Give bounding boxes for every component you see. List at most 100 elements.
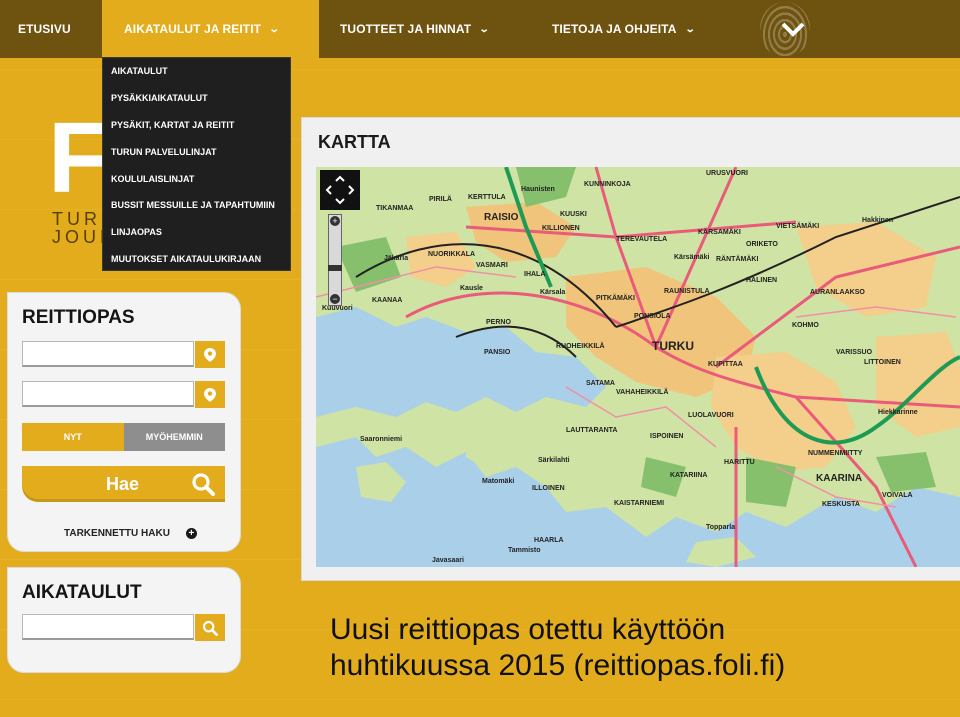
map-label-place: Javasaari xyxy=(432,557,464,564)
nav-etusivu[interactable]: ETUSIVU xyxy=(18,0,71,58)
map-label-place: Saaronniemi xyxy=(360,436,403,443)
aikataulut-title: AIKATAULUT xyxy=(22,582,142,603)
map-label-place: Kärsala xyxy=(540,289,566,296)
caption-line-1: Uusi reittiopas otettu käyttöön xyxy=(330,613,726,646)
aikataulut-dropdown-menu: AIKATAULUT PYSÄKKIAIKATAULUT PYSÄKIT, KA… xyxy=(102,57,291,271)
toggle-now[interactable]: NYT xyxy=(22,423,124,451)
map-label-place: LUOLAVUORI xyxy=(688,412,734,419)
map-label-place: TEREVAUTELA xyxy=(616,236,668,243)
map-label-place: RUOHEIKKILÄ xyxy=(556,343,605,350)
reittiopas-panel: REITTIOPAS NYT MYÖHEMMIN Hae TARKENNETTU… xyxy=(8,293,240,551)
map-card: KARTTA TURKU KAARINA RAISIO KERTTULA Hau… xyxy=(302,118,960,580)
route-map[interactable]: TURKU KAARINA RAISIO KERTTULA Haunisten … xyxy=(316,167,960,567)
nav-tuotteet-ja-hinnat[interactable]: TUOTTEET JA HINNAT ⌄ xyxy=(340,0,490,58)
map-label-place: VARISSUO xyxy=(836,349,873,356)
to-input[interactable] xyxy=(22,381,194,407)
route-search-button[interactable]: Hae xyxy=(22,466,225,502)
menu-item-muutokset[interactable]: MUUTOKSET AIKATAULUKIRJAAN xyxy=(103,246,290,273)
nav-tietoja-label: TIETOJA JA OHJEITA xyxy=(552,22,677,36)
foli-logo: Fö xyxy=(48,108,104,206)
map-label-place: NUORIKKALA xyxy=(428,251,476,258)
map-label-place: Hiekkarinne xyxy=(878,409,918,416)
map-label-place: Jäkärla xyxy=(384,255,409,262)
map-label-place: AURANLAAKSO xyxy=(810,289,865,296)
map-label-place: NUMMENMIITTY xyxy=(808,450,863,457)
chevron-down-icon xyxy=(781,22,805,37)
from-location-button[interactable] xyxy=(195,341,225,368)
map-label-place: Kausle xyxy=(460,285,483,292)
nav-etusivu-label: ETUSIVU xyxy=(18,22,71,36)
map-label-place: Haunisten xyxy=(521,186,555,193)
map-label-place: Tammisto xyxy=(508,547,541,554)
map-label-place: Särkilahti xyxy=(538,457,570,464)
map-label-place: VAHAHEIKKILÄ xyxy=(616,389,669,396)
menu-item-linjaopas[interactable]: LINJAOPAS xyxy=(103,219,290,246)
map-zoom-slider[interactable]: + − xyxy=(328,214,342,306)
menu-item-aikataulut[interactable]: AIKATAULUT xyxy=(103,58,290,85)
to-location-button[interactable] xyxy=(195,381,225,408)
map-label-place: KUPITTAA xyxy=(708,361,743,368)
from-input[interactable] xyxy=(22,341,194,367)
map-label-place: Kuuvuori xyxy=(322,305,353,312)
map-label-place: TIKANMAA xyxy=(376,205,414,212)
timetable-search-button[interactable] xyxy=(195,614,225,641)
map-label-place: KAANAA xyxy=(372,297,403,304)
chevron-down-icon: ⌄ xyxy=(478,23,490,35)
map-label-place: Topparla xyxy=(706,524,736,531)
map-label-place: PERNO xyxy=(486,319,511,326)
menu-item-palvelulinjat[interactable]: TURUN PALVELULINJAT xyxy=(103,138,290,165)
zoom-out-icon[interactable]: − xyxy=(330,294,340,304)
map-label-place: LAUTTARANTA xyxy=(566,427,618,434)
zoom-handle[interactable] xyxy=(328,265,342,271)
map-label-place: ISPOINEN xyxy=(650,433,684,440)
map-label-place: KUNNINKOJA xyxy=(584,181,631,188)
map-label-place: KUUSKI xyxy=(560,211,587,218)
map-label-place: VIETSÄMÄKI xyxy=(776,223,820,230)
map-pan-control[interactable] xyxy=(320,170,360,210)
map-label-place: KAISTARNIEMI xyxy=(614,500,665,507)
more-menu-button[interactable] xyxy=(772,0,814,58)
nav-aikataulut-ja-reitit[interactable]: AIKATAULUT JA REITIT ⌄ xyxy=(102,0,319,58)
map-label-place: SATAMA xyxy=(586,380,615,387)
menu-item-pysakit-kartat-reitit[interactable]: PYSÄKIT, KARTAT JA REITIT xyxy=(103,112,290,139)
slide-caption: Uusi reittiopas otettu käyttöön huhtikuu… xyxy=(330,612,950,684)
reittiopas-title: REITTIOPAS xyxy=(22,307,135,328)
toggle-later[interactable]: MYÖHEMMIN xyxy=(123,423,225,451)
nav-tietoja-ja-ohjeita[interactable]: TIETOJA JA OHJEITA ⌄ xyxy=(552,0,696,58)
map-label-place: RAUNISTULA xyxy=(664,288,710,295)
map-label-place: RÄNTÄMÄKI xyxy=(716,256,759,263)
nav-tuotteet-label: TUOTTEET JA HINNAT xyxy=(340,22,472,36)
pan-arrows-icon xyxy=(325,175,355,205)
map-label-place: HALINEN xyxy=(746,277,778,284)
map-label-place: HARITTU xyxy=(724,459,755,466)
logo-subtitle: TURU JOUKK xyxy=(52,210,104,246)
map-label-place: Kärsämäki xyxy=(674,254,710,261)
map-label-place: KILLIONEN xyxy=(542,225,580,232)
chevron-down-icon: ⌄ xyxy=(684,23,696,35)
search-icon xyxy=(192,473,215,496)
map-title: KARTTA xyxy=(318,132,391,152)
menu-item-bussit-messuille[interactable]: BUSSIT MESSUILLE JA TAPAHTUMIIN xyxy=(103,192,290,219)
search-icon xyxy=(202,620,218,636)
map-label-place: KESKUSTA xyxy=(822,501,860,508)
menu-item-koululaislinjat[interactable]: KOULULAISLINJAT xyxy=(103,165,290,192)
map-label-turku: TURKU xyxy=(652,339,694,353)
advanced-search-label: TARKENNETTU HAKU xyxy=(64,528,170,539)
zoom-in-icon[interactable]: + xyxy=(330,216,340,226)
location-pin-icon xyxy=(204,387,216,402)
map-label-place: Hakkinen xyxy=(862,217,894,224)
advanced-search-link[interactable]: TARKENNETTU HAKU + xyxy=(64,528,197,539)
logo-subtitle-line1: TURU xyxy=(52,210,104,229)
route-search-label: Hae xyxy=(106,473,140,494)
map-label-place: KOHMO xyxy=(792,322,819,329)
logo-subtitle-line2: JOUKK xyxy=(52,227,104,246)
timetable-search-input[interactable] xyxy=(22,614,194,640)
map-label-place: ORIKETO xyxy=(746,241,778,248)
map-label-place: IHALA xyxy=(524,271,546,278)
map-label-place: LITTOINEN xyxy=(864,359,901,366)
top-navigation: ETUSIVU AIKATAULUT JA REITIT ⌄ TUOTTEET … xyxy=(0,0,960,58)
map-label-place: PITKÄMÄKI xyxy=(596,295,635,302)
map-label-place: KÄRSAMÄKI xyxy=(698,229,741,236)
map-label-place: PONSIOLA xyxy=(634,313,671,320)
menu-item-pysakkiaikataulut[interactable]: PYSÄKKIAIKATAULUT xyxy=(103,85,290,112)
